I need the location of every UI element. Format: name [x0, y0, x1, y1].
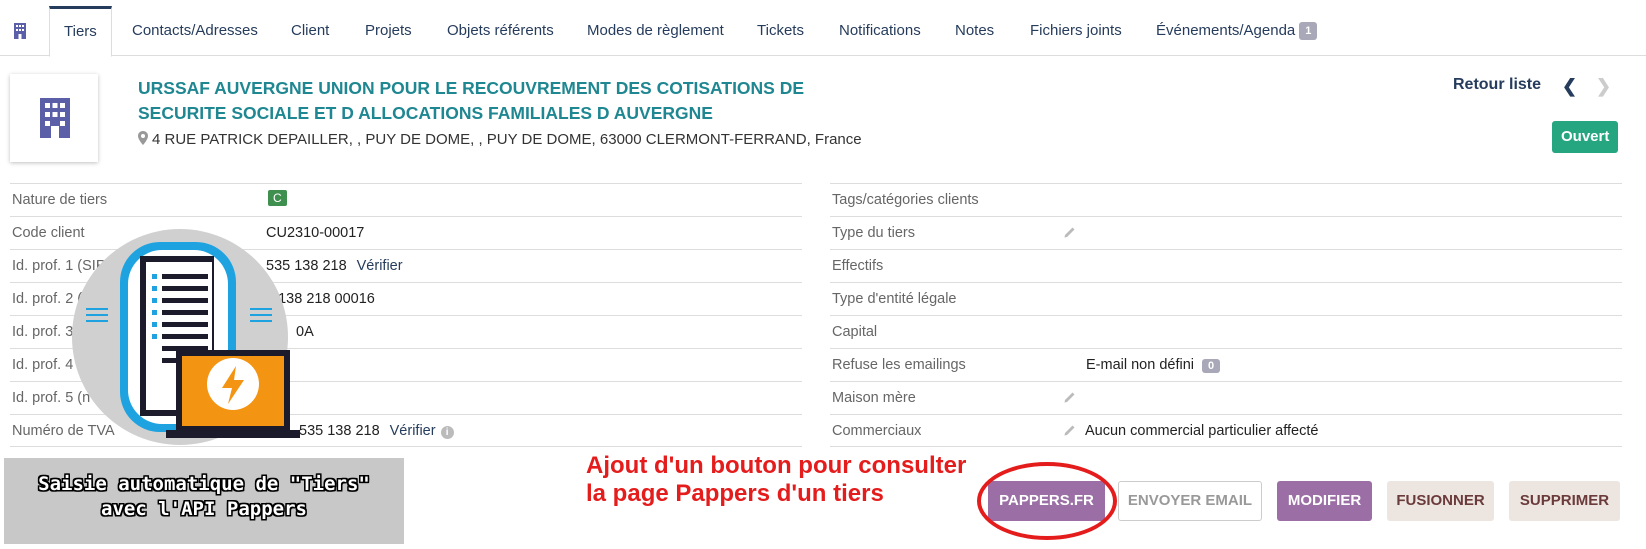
- field-label: Refuse les emailings: [832, 357, 966, 373]
- tab-tiers[interactable]: Tiers: [49, 6, 112, 57]
- table-row: Maison mère: [830, 381, 1622, 414]
- table-row: Type du tiers: [830, 216, 1622, 249]
- company-name: URSSAF AUVERGNE UNION POUR LE RECOUVREME…: [138, 78, 805, 123]
- annotation-line: Ajout d'un bouton pour consulter: [586, 452, 967, 479]
- tab-notifications[interactable]: Notifications: [825, 6, 935, 56]
- tab-modes-reglement[interactable]: Modes de règlement: [573, 6, 738, 56]
- tab-label: Notes: [955, 22, 995, 39]
- server-laptop-illustration: [72, 229, 300, 445]
- annotation-line: la page Pappers d'un tiers: [586, 480, 884, 507]
- table-row: Refuse les emailings E-mail non défini 0: [830, 348, 1622, 381]
- field-value: E-mail non défini: [1086, 357, 1194, 373]
- field-label: Type d'entité légale: [832, 291, 957, 307]
- chevron-left-icon[interactable]: ❮: [1562, 76, 1577, 97]
- nature-tag: C: [268, 190, 287, 206]
- field-label: Nature de tiers: [12, 192, 108, 208]
- field-label: Capital: [832, 324, 878, 340]
- send-email-button[interactable]: ENVOYER EMAIL: [1118, 481, 1262, 521]
- field-label: Tags/catégories clients: [832, 192, 979, 208]
- tab-label: Objets référents: [447, 22, 554, 39]
- status-badge: Ouvert: [1552, 121, 1619, 153]
- table-row: Capital: [830, 315, 1622, 348]
- field-label: Effectifs: [832, 258, 884, 274]
- tab-label: Contacts/Adresses: [132, 22, 258, 39]
- tab-label: Fichiers joints: [1030, 22, 1122, 39]
- tab-evenements-agenda[interactable]: Événements/Agenda 1: [1142, 6, 1331, 56]
- table-row: Effectifs: [830, 249, 1622, 282]
- building-icon[interactable]: [13, 22, 27, 40]
- company-logo: [10, 74, 98, 162]
- table-row: Commerciaux Aucun commercial particulier…: [830, 414, 1622, 447]
- verify-link[interactable]: Vérifier: [357, 258, 403, 274]
- highlight-circle: [977, 462, 1117, 540]
- back-to-list-link[interactable]: Retour liste: [1453, 76, 1541, 94]
- delete-button[interactable]: SUPPRIMER: [1509, 481, 1620, 521]
- field-label: Id. prof. 3: [12, 324, 74, 340]
- tab-label: Tickets: [757, 22, 804, 39]
- verify-link[interactable]: Vérifier: [390, 423, 436, 439]
- table-row: Tags/catégories clients: [830, 183, 1622, 216]
- annotation-text: Ajout d'un bouton pour consulter la page…: [586, 452, 966, 508]
- tab-contacts[interactable]: Contacts/Adresses: [118, 6, 272, 56]
- company-address: 4 RUE PATRICK DEPAILLER, , PUY DE DOME, …: [138, 131, 862, 148]
- tab-objets-referents[interactable]: Objets référents: [433, 6, 568, 56]
- field-label: Maison mère: [832, 390, 916, 406]
- tab-label: Projets: [365, 22, 412, 39]
- field-label: Commerciaux: [832, 423, 922, 439]
- tab-notes[interactable]: Notes: [941, 6, 1008, 56]
- info-icon[interactable]: i: [440, 426, 454, 439]
- merge-button[interactable]: FUSIONNER: [1387, 481, 1494, 521]
- pencil-icon[interactable]: [1063, 390, 1077, 404]
- tab-label: Événements/Agenda: [1156, 22, 1296, 39]
- tab-label: Tiers: [64, 23, 97, 40]
- pencil-icon[interactable]: [1063, 225, 1077, 239]
- agenda-count-badge: 1: [1299, 22, 1318, 41]
- address-text: 4 RUE PATRICK DEPAILLER, , PUY DE DOME, …: [152, 131, 862, 148]
- building-icon: [40, 98, 70, 138]
- field-value: Aucun commercial particulier affecté: [1085, 423, 1319, 439]
- count-badge: 0: [1202, 359, 1221, 373]
- caption-line: Saisie automatique de "Tiers": [38, 473, 370, 495]
- tab-label: Modes de règlement: [587, 22, 724, 39]
- map-pin-icon: [138, 131, 148, 145]
- caption-line: avec l'API Pappers: [101, 498, 307, 520]
- tab-label: Client: [291, 22, 330, 39]
- tab-client[interactable]: Client: [277, 6, 343, 56]
- pencil-icon[interactable]: [1063, 423, 1077, 437]
- tab-tickets[interactable]: Tickets: [743, 6, 818, 56]
- modify-button[interactable]: MODIFIER: [1277, 481, 1372, 521]
- page: Tiers Contacts/Adresses Client Projets O…: [0, 0, 1646, 549]
- tab-label: Notifications: [839, 22, 921, 39]
- chevron-right-icon[interactable]: ❯: [1596, 76, 1611, 97]
- table-row: Type d'entité légale: [830, 282, 1622, 315]
- overlay-caption: Saisie automatique de "Tiers" avec l'API…: [4, 472, 404, 522]
- tab-bar: Tiers Contacts/Adresses Client Projets O…: [0, 0, 1646, 57]
- table-row: Nature de tiers C: [10, 183, 802, 216]
- field-label: Type du tiers: [832, 225, 916, 241]
- tab-projets[interactable]: Projets: [351, 6, 426, 56]
- tab-fichiers-joints[interactable]: Fichiers joints: [1016, 6, 1136, 56]
